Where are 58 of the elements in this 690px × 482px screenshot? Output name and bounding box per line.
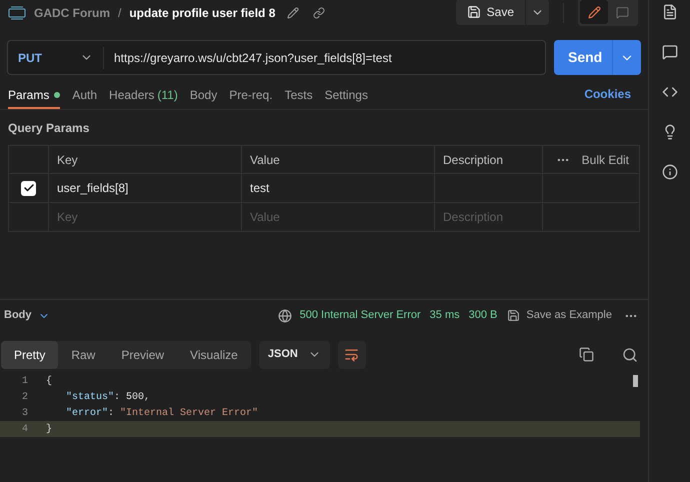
- column-header: Key: [49, 146, 242, 173]
- wrap-button[interactable]: [338, 340, 366, 368]
- save-button[interactable]: Save: [456, 0, 525, 25]
- request-tab[interactable]: Body: [190, 87, 218, 109]
- body-dropdown[interactable]: Body: [4, 307, 50, 324]
- breadcrumb-separator: /: [118, 5, 122, 22]
- param-value[interactable]: test: [242, 174, 435, 202]
- code-line: {: [46, 374, 52, 388]
- request-title: update profile user field 8: [129, 5, 276, 22]
- code-line: "status": 500,: [65, 390, 150, 404]
- request-tab[interactable]: Tests: [284, 87, 313, 109]
- request-tab[interactable]: Auth: [72, 87, 98, 109]
- save-icon: [466, 5, 481, 19]
- view-tab[interactable]: Visualize: [177, 340, 251, 368]
- column-header: Description: [435, 146, 543, 173]
- request-tab[interactable]: Headers (11): [109, 87, 178, 109]
- globe-icon[interactable]: [278, 308, 292, 322]
- http-icon: [8, 6, 26, 20]
- wrap-lines-icon: [344, 347, 360, 362]
- save-icon: [507, 309, 520, 322]
- request-tab[interactable]: Settings: [324, 87, 368, 109]
- line-number: 2: [20, 390, 29, 404]
- scrollbar-thumb[interactable]: [633, 375, 638, 387]
- edit-mode-button[interactable]: [580, 0, 608, 24]
- check-icon: [22, 182, 34, 194]
- section-title: Query Params: [7, 120, 90, 137]
- format-dropdown[interactable]: JSON: [258, 340, 330, 368]
- param-key[interactable]: user_fields[8]: [49, 174, 242, 202]
- row-checkbox[interactable]: [21, 180, 36, 196]
- tab-count: (11): [157, 87, 178, 104]
- code-line: }: [46, 422, 52, 436]
- status-text: 500 Internal Server Error: [300, 308, 421, 324]
- view-tab[interactable]: Raw: [58, 340, 108, 368]
- pencil-icon: [588, 6, 600, 18]
- view-tab[interactable]: Pretty: [1, 340, 58, 368]
- pencil-icon[interactable]: [287, 7, 300, 19]
- response-time: 35 ms: [430, 308, 460, 324]
- line-number: 1: [20, 374, 29, 388]
- cookies-link[interactable]: Cookies: [584, 85, 631, 109]
- comment-icon[interactable]: [662, 44, 678, 60]
- collection-name[interactable]: GADC Forum: [34, 4, 110, 22]
- column-header: Value: [242, 146, 435, 173]
- response-size: 300 B: [468, 308, 498, 324]
- request-tab[interactable]: Pre-req.: [229, 87, 273, 109]
- search-icon[interactable]: [622, 346, 638, 362]
- link-icon[interactable]: [313, 7, 326, 19]
- line-number: 3: [20, 406, 29, 420]
- document-icon[interactable]: [662, 4, 678, 20]
- request-tab[interactable]: Params: [8, 87, 60, 109]
- view-tab[interactable]: Preview: [108, 340, 178, 368]
- line-number: 4: [20, 422, 29, 436]
- info-icon[interactable]: [662, 164, 678, 180]
- code-line: "error": "Internal Server Error": [65, 406, 258, 420]
- copy-icon[interactable]: [579, 347, 594, 362]
- bulk-edit-link[interactable]: Bulk Edit: [582, 150, 629, 168]
- send-button[interactable]: Send: [554, 40, 612, 75]
- comment-icon: [616, 6, 628, 18]
- save-example-button[interactable]: Save as Example: [507, 307, 612, 324]
